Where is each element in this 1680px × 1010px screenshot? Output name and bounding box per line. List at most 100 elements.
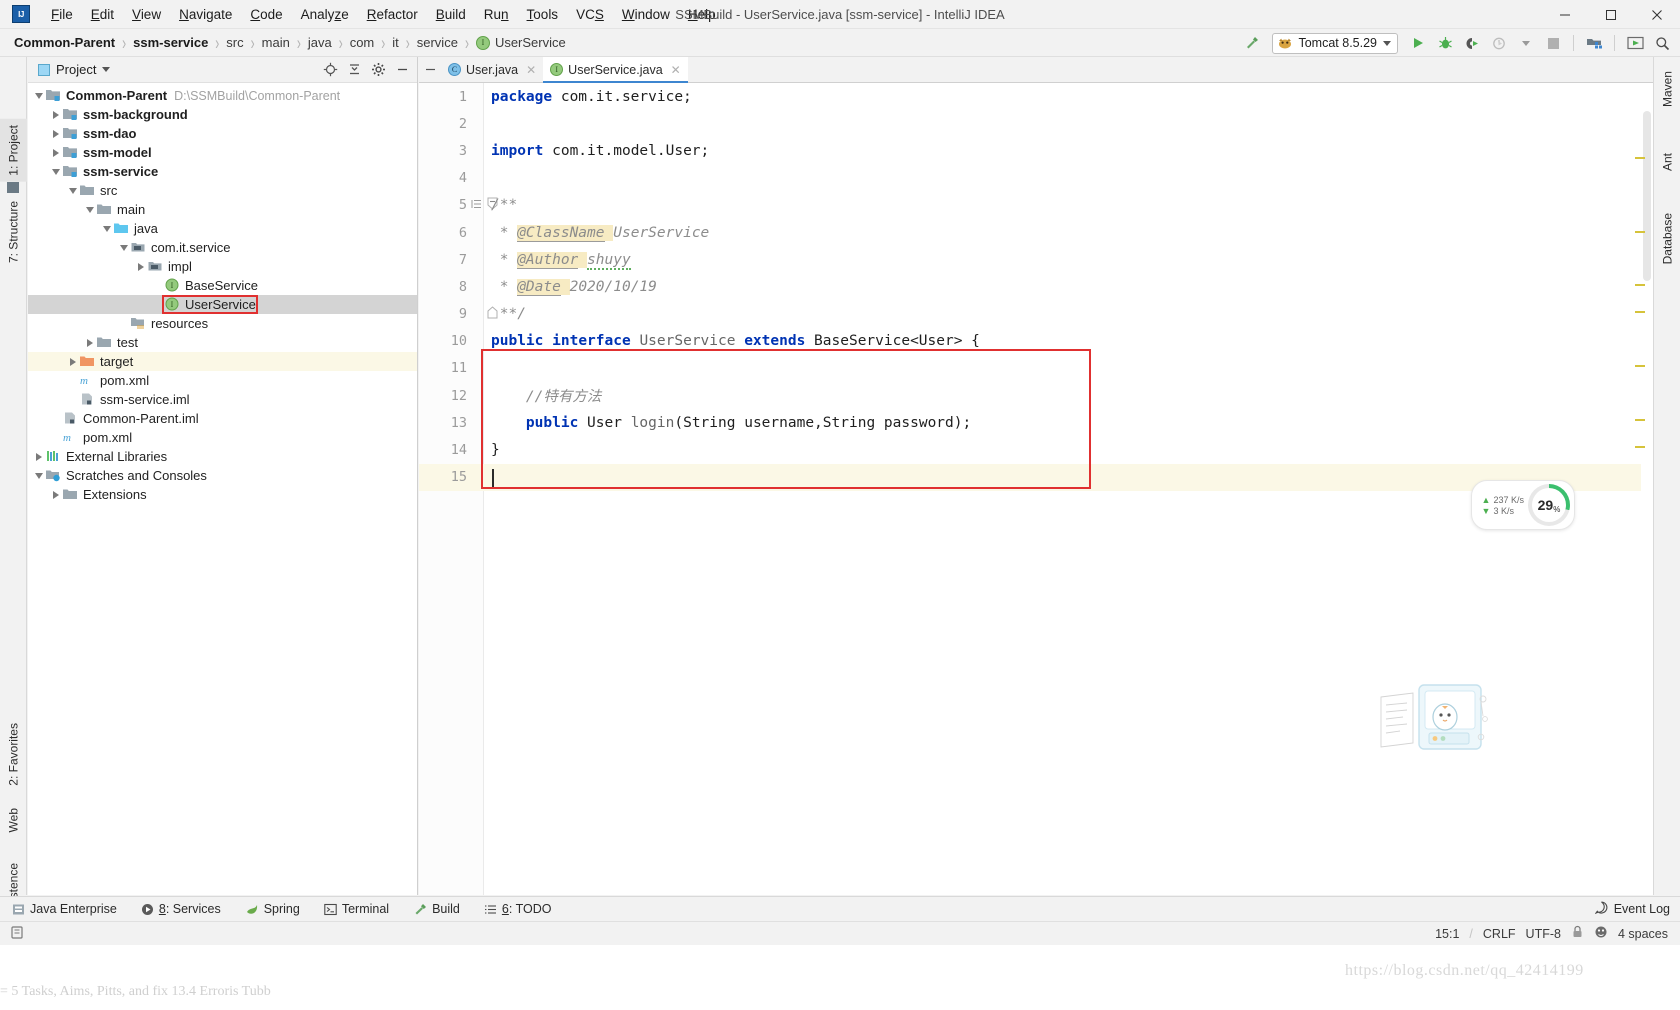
menu-run[interactable]: Run	[475, 4, 518, 25]
code-line-1[interactable]: 1 package com.it.service;	[419, 83, 1653, 110]
debug-button[interactable]	[1433, 32, 1457, 54]
left-stripe-7-structure[interactable]: 7: Structure	[0, 195, 27, 269]
network-speed-widget[interactable]: ▲ 237 K/s ▼ 3 K/s 29 %	[1470, 480, 1575, 530]
code-line-4[interactable]: 4	[419, 165, 1653, 192]
event-log-button[interactable]: Event Log	[1594, 901, 1670, 917]
tree-node-java[interactable]: java	[28, 219, 417, 238]
collapse-all-icon[interactable]	[343, 59, 365, 81]
code-editor[interactable]: 1 package com.it.service; 2 3 import com.it.…	[419, 83, 1653, 895]
chevron-down-icon[interactable]	[1383, 40, 1391, 46]
caret-position[interactable]: 15:1	[1435, 927, 1459, 941]
tree-arrow-closed-icon[interactable]	[49, 127, 62, 140]
javadoc-gutter-icon[interactable]	[471, 198, 483, 213]
code-line-12[interactable]: 12 //特有方法	[419, 382, 1653, 409]
breadcrumb-item-src[interactable]: src	[226, 35, 243, 50]
code-line-9[interactable]: 9 **/	[419, 301, 1653, 328]
maximize-button[interactable]	[1588, 0, 1634, 29]
left-stripe-1-project[interactable]: 1: Project	[0, 119, 27, 182]
editor-tab-user-java[interactable]: C User.java ✕	[441, 57, 544, 82]
menu-window[interactable]: Window	[613, 4, 679, 25]
menu-tools[interactable]: Tools	[518, 4, 568, 25]
bottom-tab-8-services[interactable]: 8: Services	[129, 897, 233, 922]
tree-arrow-closed-icon[interactable]	[134, 260, 147, 273]
tree-arrow-open-icon[interactable]	[49, 165, 62, 178]
tree-node-common-parent[interactable]: Common-Parent D:\SSMBuild\Common-Parent	[28, 86, 417, 105]
memory-indicator-icon[interactable]	[10, 925, 24, 943]
code-line-7[interactable]: 7 * @Author shuyy	[419, 246, 1653, 273]
tree-node-ssm-service[interactable]: ssm-service	[28, 162, 417, 181]
tree-node-ssm-service-iml[interactable]: ssm-service.iml	[28, 390, 417, 409]
project-structure-button[interactable]	[1582, 32, 1606, 54]
project-tree[interactable]: Common-Parent D:\SSMBuild\Common-Parent ss…	[28, 83, 417, 504]
menu-help[interactable]: Help	[679, 4, 725, 25]
code-line-10[interactable]: 10 public interface UserService extends B…	[419, 328, 1653, 355]
run-with-coverage-button[interactable]	[1460, 32, 1484, 54]
menu-view[interactable]: View	[123, 4, 170, 25]
tree-arrow-closed-icon[interactable]	[83, 336, 96, 349]
close-icon[interactable]: ✕	[526, 63, 536, 77]
project-panel-title-group[interactable]: Project	[38, 62, 111, 77]
menu-edit[interactable]: Edit	[82, 4, 123, 25]
tree-node-main[interactable]: main	[28, 200, 417, 219]
bottom-tab-6-todo[interactable]: 6: TODO	[472, 897, 564, 922]
tree-arrow-open-icon[interactable]	[83, 203, 96, 216]
git-branch-icon[interactable]	[1594, 925, 1608, 942]
right-stripe-ant[interactable]: Ant	[1654, 147, 1680, 177]
tree-node-ssm-background[interactable]: ssm-background	[28, 105, 417, 124]
tree-node-external-libraries[interactable]: External Libraries	[28, 447, 417, 466]
breadcrumb-item-java[interactable]: java	[308, 35, 332, 50]
tree-node-ssm-model[interactable]: ssm-model	[28, 143, 417, 162]
tree-arrow-closed-icon[interactable]	[49, 488, 62, 501]
close-button[interactable]	[1634, 0, 1680, 29]
code-line-13[interactable]: 13 public User login(String username,Str…	[419, 409, 1653, 436]
menu-analyze[interactable]: Analyze	[292, 4, 358, 25]
tree-arrow-open-icon[interactable]	[66, 184, 79, 197]
tree-node-common-parent-iml[interactable]: Common-Parent.iml	[28, 409, 417, 428]
bottom-tab-terminal[interactable]: Terminal	[312, 897, 401, 922]
search-everywhere-button[interactable]	[1650, 32, 1674, 54]
breadcrumb-item-com[interactable]: com	[350, 35, 375, 50]
menu-vcs[interactable]: VCS	[567, 4, 613, 25]
bottom-tab-build[interactable]: Build	[401, 897, 472, 922]
settings-gear-icon[interactable]	[367, 59, 389, 81]
indent-indicator[interactable]: 4 spaces	[1618, 927, 1668, 941]
menu-build[interactable]: Build	[427, 4, 475, 25]
code-line-11[interactable]: 11	[419, 355, 1653, 382]
tree-node-pom-xml[interactable]: m pom.xml	[28, 371, 417, 390]
breadcrumb-item-common-parent[interactable]: Common-Parent	[14, 35, 115, 50]
tree-arrow-closed-icon[interactable]	[66, 355, 79, 368]
hide-panel-icon[interactable]	[391, 59, 413, 81]
tree-node-com-it-service[interactable]: com.it.service	[28, 238, 417, 257]
tree-node-impl[interactable]: impl	[28, 257, 417, 276]
update-running-application-button[interactable]	[1623, 32, 1647, 54]
bottom-tab-java-enterprise[interactable]: Java Enterprise	[0, 897, 129, 922]
run-button[interactable]	[1406, 32, 1430, 54]
close-icon[interactable]: ✕	[671, 63, 681, 77]
tree-node-userservice[interactable]: I UserService	[28, 295, 417, 314]
editor-error-stripe[interactable]	[1635, 109, 1645, 895]
tree-arrow-closed-icon[interactable]	[49, 146, 62, 159]
bottom-tab-spring[interactable]: Spring	[233, 897, 312, 922]
breadcrumb-item-service[interactable]: service	[417, 35, 458, 50]
tree-node-ssm-dao[interactable]: ssm-dao	[28, 124, 417, 143]
code-line-6[interactable]: 6 * @ClassName UserService	[419, 219, 1653, 246]
code-line-3[interactable]: 3 import com.it.model.User;	[419, 137, 1653, 164]
profile-button[interactable]	[1487, 32, 1511, 54]
tree-arrow-open-icon[interactable]	[32, 469, 45, 482]
breadcrumb-item-main[interactable]: main	[262, 35, 290, 50]
left-stripe-web[interactable]: Web	[0, 802, 27, 838]
code-line-14[interactable]: 14}	[419, 436, 1653, 463]
code-line-8[interactable]: 8 * @Date 2020/10/19	[419, 273, 1653, 300]
left-stripe-2-favorites[interactable]: 2: Favorites	[0, 717, 27, 792]
hide-editor-tabs-icon[interactable]	[419, 57, 441, 82]
menu-refactor[interactable]: Refactor	[358, 4, 427, 25]
encoding-indicator[interactable]: UTF-8	[1526, 927, 1561, 941]
tree-node-pom-xml[interactable]: m pom.xml	[28, 428, 417, 447]
minimize-button[interactable]	[1542, 0, 1588, 29]
tree-node-scratches-and-consoles[interactable]: Scratches and Consoles	[28, 466, 417, 485]
tree-arrow-open-icon[interactable]	[117, 241, 130, 254]
tree-arrow-open-icon[interactable]	[100, 222, 113, 235]
tree-node-src[interactable]: src	[28, 181, 417, 200]
menu-navigate[interactable]: Navigate	[170, 4, 241, 25]
breadcrumb-item-userservice[interactable]: I UserService	[475, 35, 566, 50]
